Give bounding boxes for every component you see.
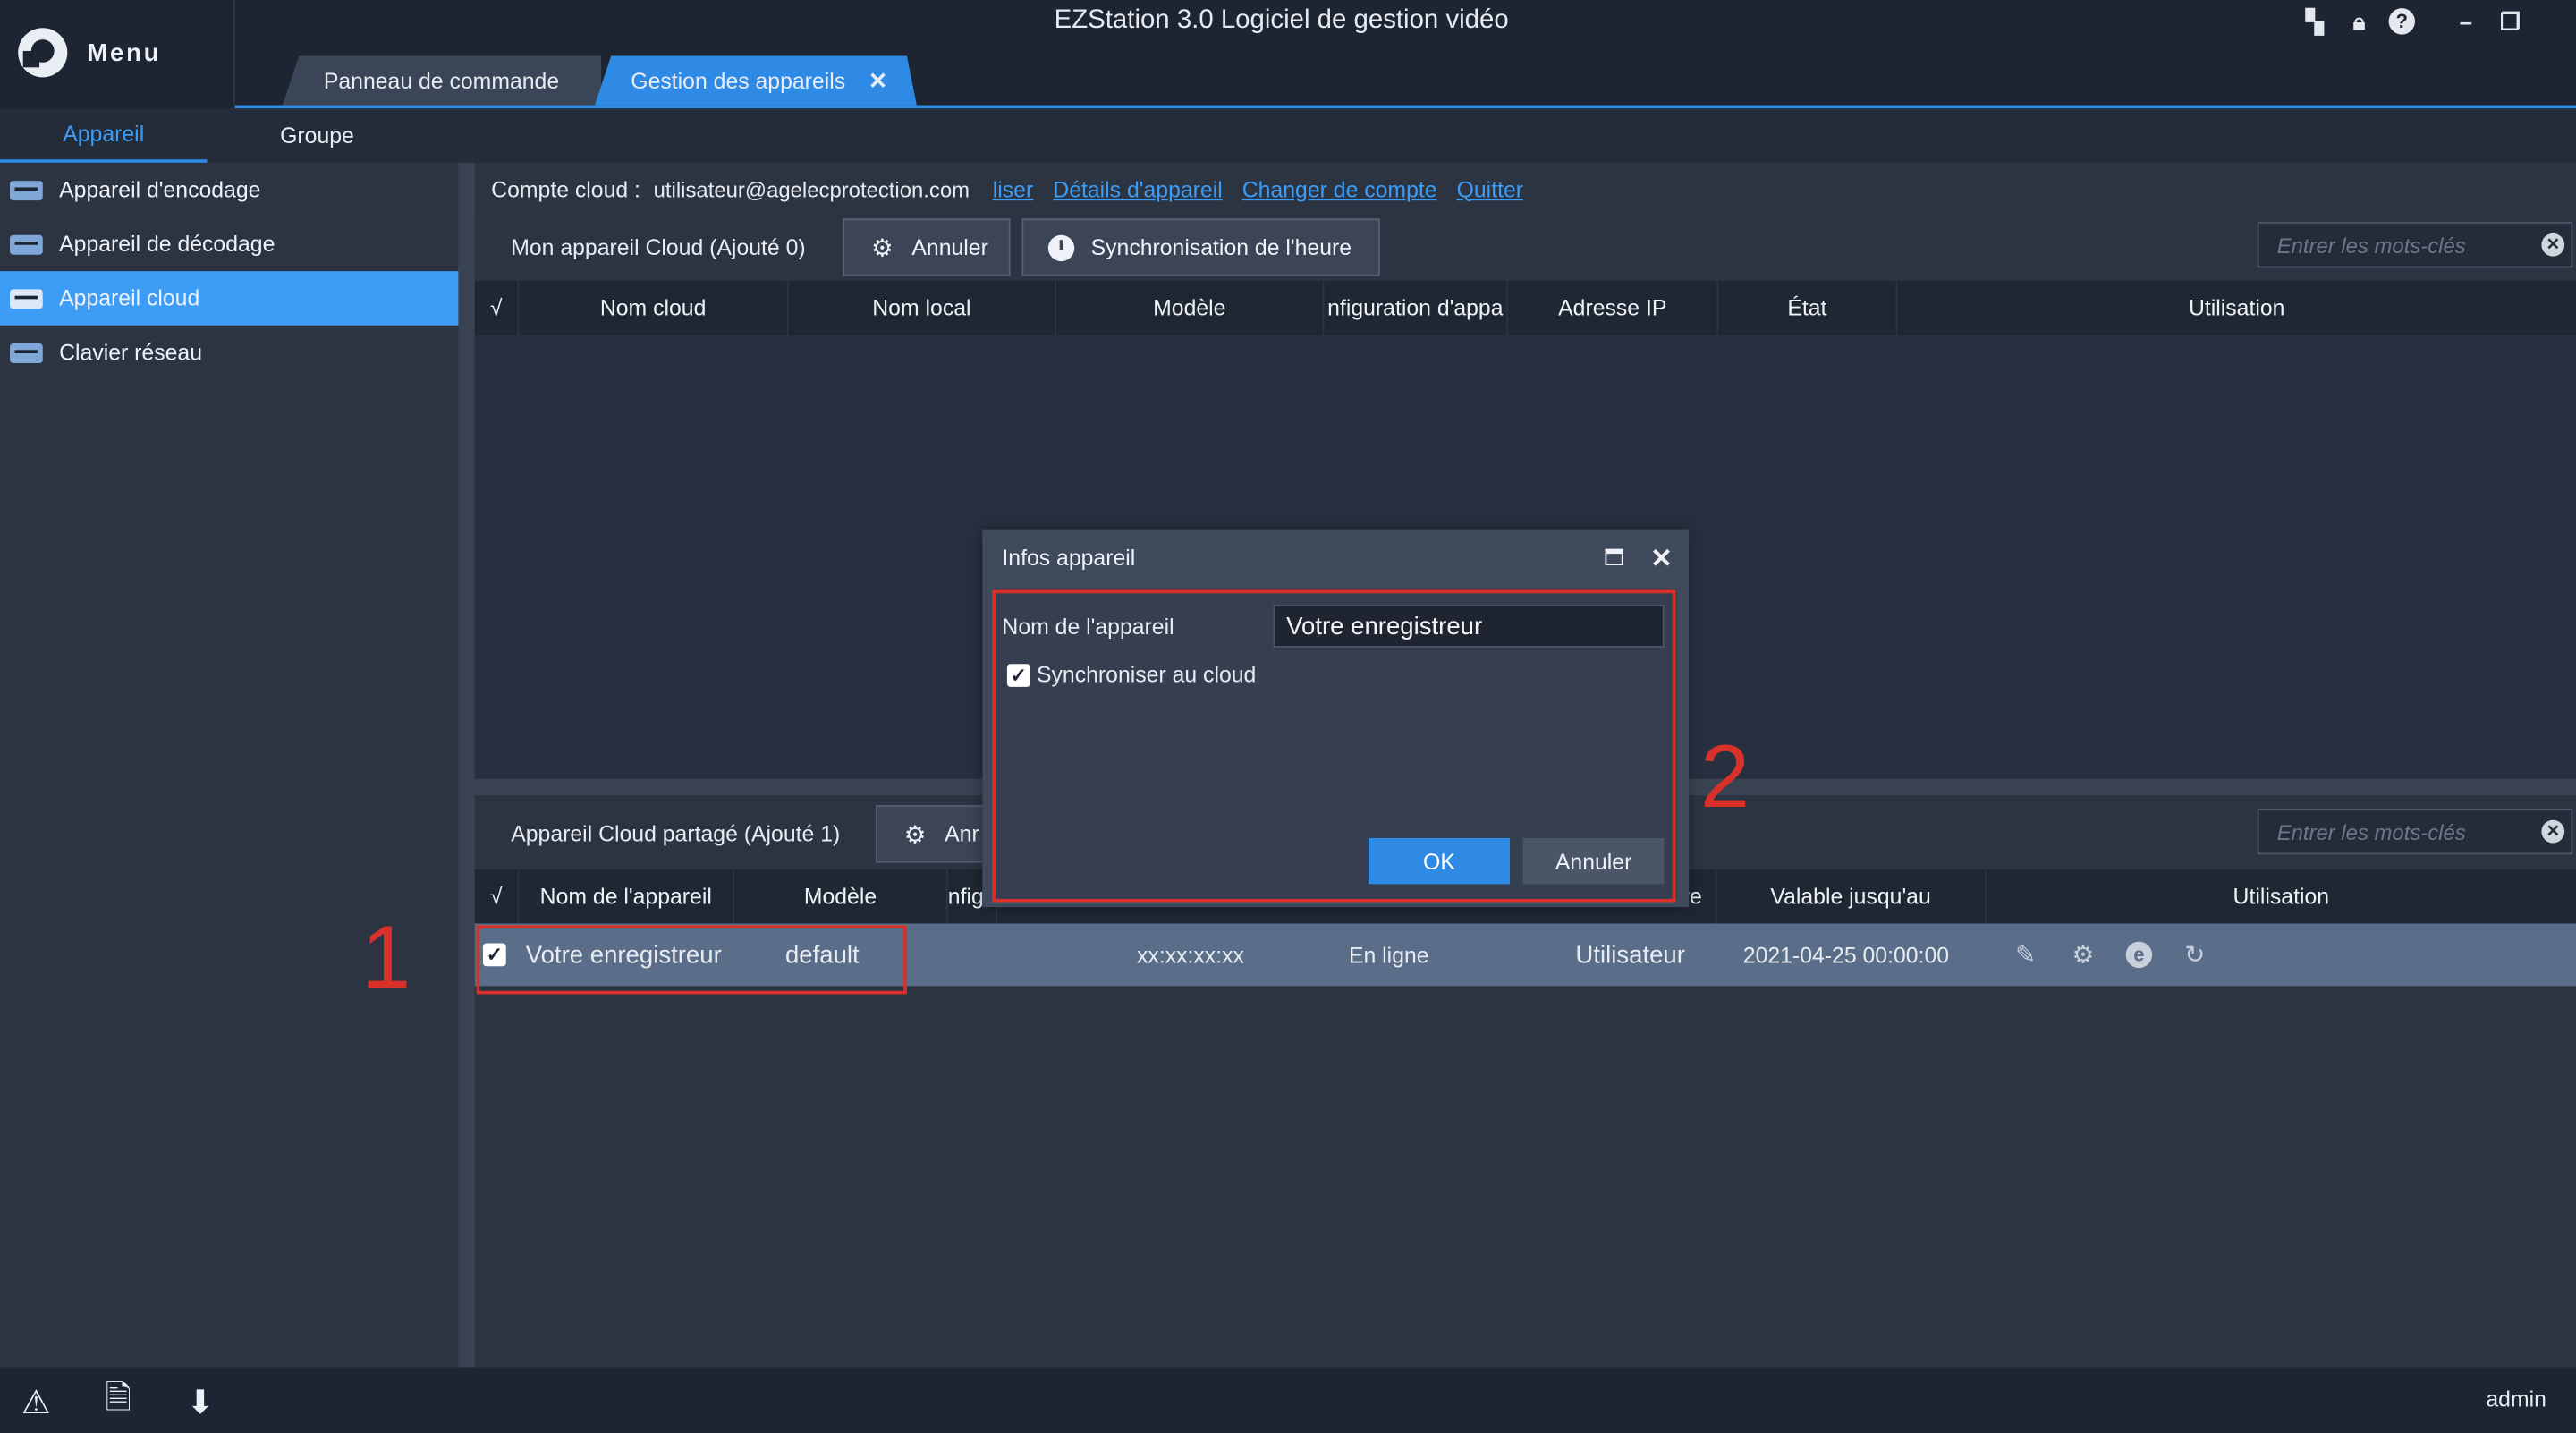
- tab-label: Panneau de commande: [323, 68, 560, 93]
- annotation-box-2: [992, 589, 1676, 903]
- col-nom-cloud[interactable]: Nom cloud: [519, 281, 789, 335]
- restore-icon[interactable]: ❐: [2496, 6, 2525, 36]
- link-changer-compte[interactable]: Changer de compte: [1242, 176, 1437, 201]
- col-utilisation[interactable]: Utilisation: [1897, 281, 2576, 335]
- col-adresse-ip[interactable]: Adresse IP: [1508, 281, 1719, 335]
- decoder-icon: [10, 233, 43, 254]
- sidebar-item-encodage[interactable]: Appareil d'encodage: [0, 163, 458, 217]
- annotation-number-1: 1: [361, 908, 411, 1008]
- col-configuration[interactable]: nfiguration d'appa: [1324, 281, 1509, 335]
- sidebar-splitter[interactable]: [458, 162, 475, 1368]
- close-tab-icon[interactable]: ✕: [869, 66, 888, 94]
- close-window-icon[interactable]: [2540, 6, 2570, 36]
- col-valable-jusquau[interactable]: Valable jusqu'au: [1716, 869, 1987, 924]
- layout-icon[interactable]: ▚: [2300, 6, 2329, 36]
- cloud-account-line: Compte cloud : utilisateur@agelecprotect…: [491, 169, 1543, 208]
- settings-icon[interactable]: ⚙: [2068, 940, 2097, 970]
- sidebar-item-label: Appareil de décodage: [59, 232, 275, 257]
- sidebar-item-label: Appareil cloud: [59, 285, 200, 311]
- sidebar-item-decodage[interactable]: Appareil de décodage: [0, 217, 458, 272]
- sidebar-item-clavier[interactable]: Clavier réseau: [0, 326, 458, 380]
- annotation-number-2: 2: [1700, 727, 1750, 827]
- lock-icon[interactable]: 🔒︎: [2344, 6, 2374, 36]
- shared-cloud-search-input[interactable]: Entrer les mots-clés ✕: [2257, 808, 2573, 855]
- minimize-icon[interactable]: –: [2451, 6, 2480, 36]
- my-cloud-label: Mon appareil Cloud (Ajouté 0): [511, 233, 806, 259]
- status-bar: ⚠ 🗎︎ ⬇ admin: [0, 1367, 2576, 1433]
- col-check[interactable]: √: [475, 869, 520, 924]
- search-placeholder: Entrer les mots-clés: [2276, 818, 2466, 844]
- dialog-header: Infos appareil ✕: [982, 530, 1689, 585]
- my-cloud-toolbar: Mon appareil Cloud (Ajouté 0) ⚙ Annuler …: [474, 211, 2576, 282]
- button-label: Synchronisation de l'heure: [1090, 234, 1352, 260]
- col-nom-local[interactable]: Nom local: [789, 281, 1057, 335]
- clock-icon: [1046, 233, 1076, 262]
- sidebar-item-cloud[interactable]: Appareil cloud: [0, 271, 459, 326]
- button-label: Annuler: [911, 234, 988, 260]
- browser-icon[interactable]: e: [2125, 941, 2153, 969]
- gear-cancel-icon: ⚙: [870, 233, 894, 263]
- row-actions: ✎ ⚙ e ↻: [2011, 923, 2209, 986]
- current-user: admin: [2486, 1386, 2546, 1412]
- col-check[interactable]: √: [475, 281, 520, 335]
- col-utilisation[interactable]: Utilisation: [1987, 869, 2576, 924]
- window-controls: ▚ 🔒︎ ? – ❐: [2300, 6, 2576, 36]
- tab-panneau-de-commande[interactable]: Panneau de commande: [282, 55, 602, 106]
- gear-cancel-icon: ⚙: [903, 820, 927, 849]
- clear-search-icon[interactable]: ✕: [2541, 233, 2565, 257]
- col-etat[interactable]: État: [1718, 281, 1898, 335]
- encoder-icon: [10, 180, 43, 200]
- my-cloud-cancel-button[interactable]: ⚙ Annuler: [843, 218, 1011, 276]
- sidebar-item-label: Appareil d'encodage: [59, 177, 261, 202]
- clear-search-icon[interactable]: ✕: [2541, 819, 2565, 844]
- link-liser[interactable]: liser: [993, 176, 1033, 201]
- button-label: Anr: [945, 821, 979, 847]
- subtab-bar-filler: [458, 108, 2576, 163]
- row-valid-until: 2021-04-25 00:00:00: [1742, 942, 1950, 968]
- my-cloud-table-header: √ Nom cloud Nom local Modèle nfiguration…: [474, 281, 2576, 335]
- subtab-groupe[interactable]: Groupe: [214, 108, 420, 163]
- subtab-bar: Appareil Groupe: [0, 108, 459, 163]
- dialog-title: Infos appareil: [1002, 545, 1136, 570]
- title-bar: Menu EZStation 3.0 Logiciel de gestion v…: [0, 0, 2576, 109]
- app-title: EZStation 3.0 Logiciel de gestion vidéo: [1054, 6, 1509, 35]
- time-sync-button[interactable]: Synchronisation de l'heure: [1021, 218, 1380, 276]
- warning-icon[interactable]: ⚠: [16, 1384, 55, 1420]
- tab-label: Gestion des appareils: [631, 68, 846, 93]
- row-role: Utilisateur: [1575, 940, 1685, 970]
- cloud-device-icon: [10, 288, 43, 309]
- row-mac: xx:xx:xx:xx: [1137, 942, 1244, 968]
- link-details-appareil[interactable]: Détails d'appareil: [1053, 176, 1222, 201]
- row-status: En ligne: [1348, 942, 1429, 968]
- cloud-account-email: utilisateur@agelecprotection.com: [653, 176, 970, 202]
- menu-label: Menu: [87, 38, 162, 67]
- help-icon[interactable]: ?: [2388, 8, 2416, 35]
- subtab-appareil[interactable]: Appareil: [0, 108, 208, 163]
- keyboard-icon: [10, 343, 43, 363]
- cloud-account-label: Compte cloud :: [491, 176, 640, 202]
- download-icon[interactable]: ⬇: [181, 1384, 220, 1420]
- col-modele[interactable]: Modèle: [734, 869, 948, 924]
- refresh-icon[interactable]: ↻: [2180, 940, 2209, 970]
- shared-cloud-label: Appareil Cloud partagé (Ajouté 1): [511, 820, 841, 846]
- edit-icon[interactable]: ✎: [2011, 940, 2040, 970]
- sidebar-item-label: Clavier réseau: [59, 340, 203, 365]
- search-placeholder: Entrer les mots-clés: [2276, 232, 2466, 258]
- tab-gestion-des-appareils[interactable]: Gestion des appareils ✕: [595, 55, 917, 105]
- my-cloud-search-input[interactable]: Entrer les mots-clés ✕: [2257, 222, 2573, 268]
- col-nom-appareil[interactable]: Nom de l'appareil: [519, 869, 735, 924]
- maximize-icon[interactable]: [1605, 548, 1623, 565]
- link-quitter[interactable]: Quitter: [1457, 176, 1523, 201]
- sidebar: Appareil d'encodage Appareil de décodage…: [0, 162, 459, 1368]
- col-modele[interactable]: Modèle: [1056, 281, 1325, 335]
- annotation-box-1: [476, 925, 907, 995]
- close-icon[interactable]: ✕: [1650, 542, 1673, 575]
- log-icon[interactable]: 🗎︎: [98, 1380, 138, 1420]
